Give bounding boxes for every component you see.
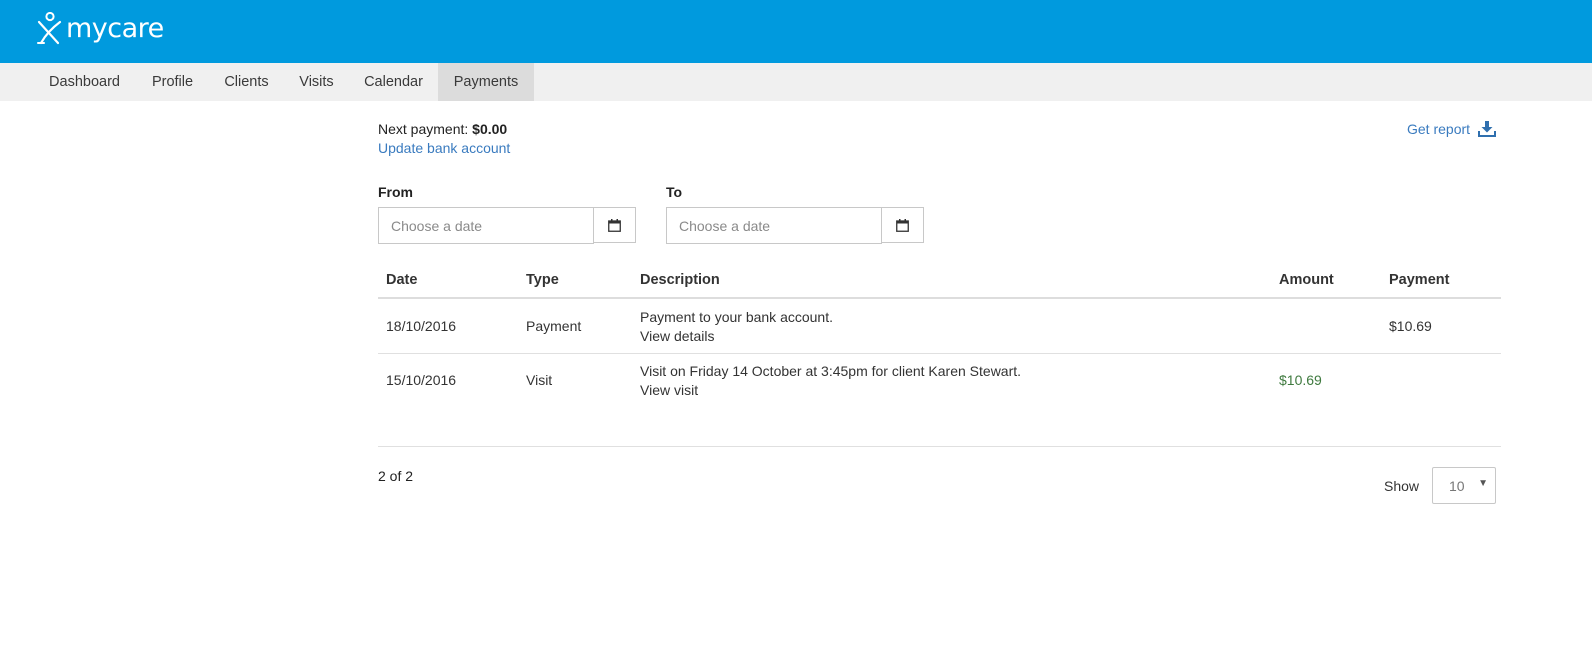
nav-item-visits[interactable]: Visits xyxy=(284,63,349,101)
nav-item-dashboard[interactable]: Dashboard xyxy=(33,63,136,101)
to-calendar-button[interactable] xyxy=(881,207,924,243)
next-payment-label: Next payment: xyxy=(378,121,469,137)
brand-logo[interactable]: mycare xyxy=(36,12,164,46)
nav-item-clients[interactable]: Clients xyxy=(209,63,284,101)
column-header-payment: Payment xyxy=(1389,272,1450,288)
main-nav: Dashboard Profile Clients Visits Calenda… xyxy=(0,63,1592,101)
top-bar: mycare xyxy=(0,0,1592,63)
row-divider xyxy=(378,353,1501,354)
column-header-date: Date xyxy=(386,272,418,288)
from-calendar-button[interactable] xyxy=(593,207,636,243)
update-bank-account-link[interactable]: Update bank account xyxy=(378,140,510,156)
column-header-description: Description xyxy=(640,272,720,288)
row-description: Payment to your bank account. xyxy=(640,309,833,325)
from-label: From xyxy=(378,184,413,200)
get-report-label: Get report xyxy=(1407,121,1471,137)
view-visit-link[interactable]: View visit xyxy=(640,382,698,398)
page-size-select[interactable]: 10 ▼ xyxy=(1432,467,1496,504)
next-payment: Next payment: $0.00 xyxy=(378,121,507,137)
next-payment-value: $0.00 xyxy=(472,121,508,137)
download-icon xyxy=(1478,121,1497,137)
nav-item-payments[interactable]: Payments xyxy=(438,63,534,101)
show-label: Show xyxy=(1384,478,1420,494)
calendar-icon xyxy=(608,218,621,232)
mycare-logo-icon xyxy=(37,12,62,45)
table-header-divider xyxy=(378,297,1501,299)
to-date-input[interactable] xyxy=(666,207,882,244)
row-type: Payment xyxy=(526,318,582,334)
to-label: To xyxy=(666,184,683,200)
row-date: 18/10/2016 xyxy=(386,318,457,334)
column-header-type: Type xyxy=(526,272,559,288)
calendar-icon xyxy=(896,218,909,232)
view-details-link[interactable]: View details xyxy=(640,328,714,344)
row-description: Visit on Friday 14 October at 3:45pm for… xyxy=(640,363,1022,379)
column-header-amount: Amount xyxy=(1279,272,1334,288)
from-date-input[interactable] xyxy=(378,207,594,244)
brand-name: mycare xyxy=(66,13,164,44)
get-report-button[interactable]: Get report xyxy=(1407,121,1497,137)
result-count: 2 of 2 xyxy=(378,468,414,484)
table-footer-divider xyxy=(378,446,1501,447)
nav-item-calendar[interactable]: Calendar xyxy=(349,63,438,101)
caret-down-icon: ▼ xyxy=(1478,478,1488,489)
page-size-value: 10 xyxy=(1449,478,1465,494)
row-payment: $10.69 xyxy=(1389,318,1432,334)
row-type: Visit xyxy=(526,372,553,388)
row-date: 15/10/2016 xyxy=(386,372,457,388)
nav-item-profile[interactable]: Profile xyxy=(136,63,209,101)
row-amount: $10.69 xyxy=(1279,372,1322,388)
